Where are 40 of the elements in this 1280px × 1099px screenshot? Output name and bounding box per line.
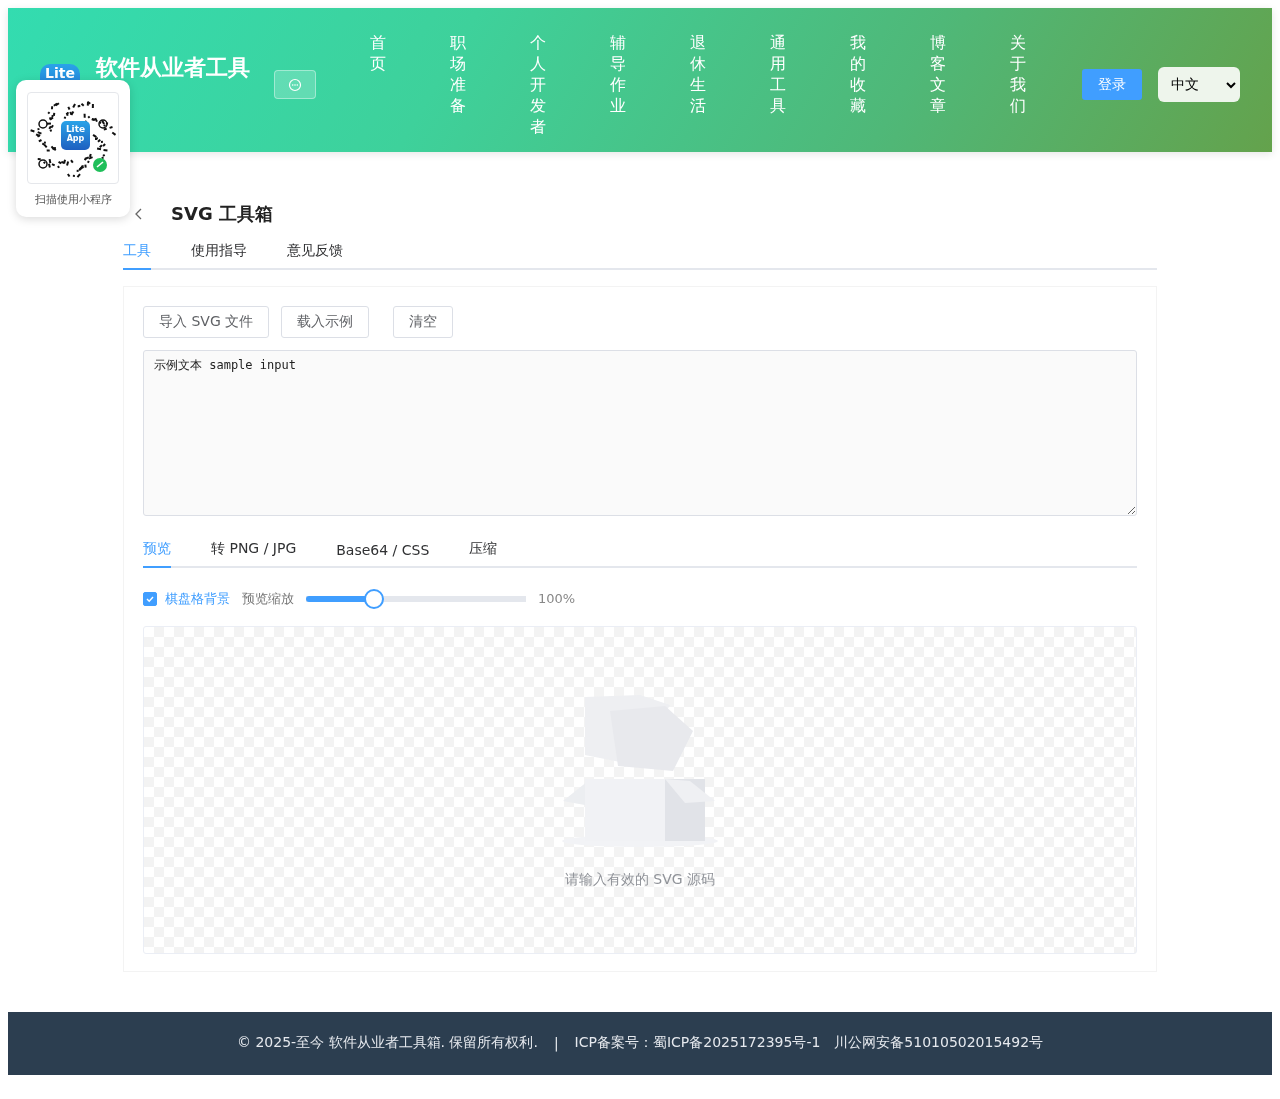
back-icon[interactable] <box>134 207 144 220</box>
zoom-value: 100% <box>538 591 576 607</box>
slider-handle[interactable] <box>364 588 385 609</box>
language-select[interactable]: 中文 <box>1158 67 1240 102</box>
action-button[interactable]: 载入示例 <box>281 305 370 338</box>
tab[interactable]: 工具 <box>123 241 151 270</box>
site-title: 软件从业者工具 <box>96 54 250 82</box>
svg-source-field[interactable]: 示例文本 sample input <box>143 349 1137 516</box>
action-button[interactable]: 导入 SVG 文件 <box>143 305 270 338</box>
empty-message: 请输入有效的 SVG 源码 <box>564 870 716 889</box>
zoom-label: 预览缩放 <box>242 589 294 608</box>
tab[interactable]: 使用指导 <box>191 241 247 270</box>
chat-icon <box>288 77 302 92</box>
nav-link[interactable]: 辅导作业 <box>610 32 626 137</box>
nav-link[interactable]: 职场准备 <box>450 32 466 137</box>
separator-text: | <box>553 1035 559 1052</box>
copyright-text: © 2025-至今 软件从业者工具箱. 保留所有权利. <box>236 1034 538 1053</box>
nav-link[interactable]: 关于我们 <box>1010 32 1026 137</box>
icp-link[interactable]: ICP备案号：蜀ICP备2025172395号-1 <box>574 1034 821 1053</box>
qr-caption: 扫描使用小程序 <box>34 192 112 207</box>
nav-link[interactable]: 我的收藏 <box>850 32 866 137</box>
tab[interactable]: 预览 <box>143 539 171 568</box>
nav-link[interactable]: 个人开发者 <box>530 32 546 137</box>
police-record-link[interactable]: 川公网安备51010502015492号 <box>834 1034 1044 1053</box>
checkbox-label[interactable]: 棋盘格背景 <box>165 589 230 608</box>
checkbox[interactable] <box>143 591 157 606</box>
nav-link[interactable]: 博客文章 <box>930 32 946 137</box>
tab[interactable]: 压缩 <box>469 539 498 568</box>
tab[interactable]: Base64 / CSS <box>336 541 430 568</box>
nav-link[interactable]: 通用工具 <box>770 32 786 137</box>
page-title: SVG 工具箱 <box>171 201 273 226</box>
action-button[interactable]: 清空 <box>393 305 454 338</box>
tab[interactable]: 转 PNG / JPG <box>211 539 297 568</box>
chat-button[interactable] <box>274 70 316 99</box>
tab[interactable]: 意见反馈 <box>287 241 343 270</box>
nav-link[interactable]: 首页 <box>370 32 386 137</box>
login-button[interactable]: 登录 <box>1082 69 1142 100</box>
nav-link[interactable]: 退休生活 <box>690 32 706 137</box>
app-logo-icon: Lite App <box>61 121 90 150</box>
caret-icon <box>1226 80 1236 89</box>
